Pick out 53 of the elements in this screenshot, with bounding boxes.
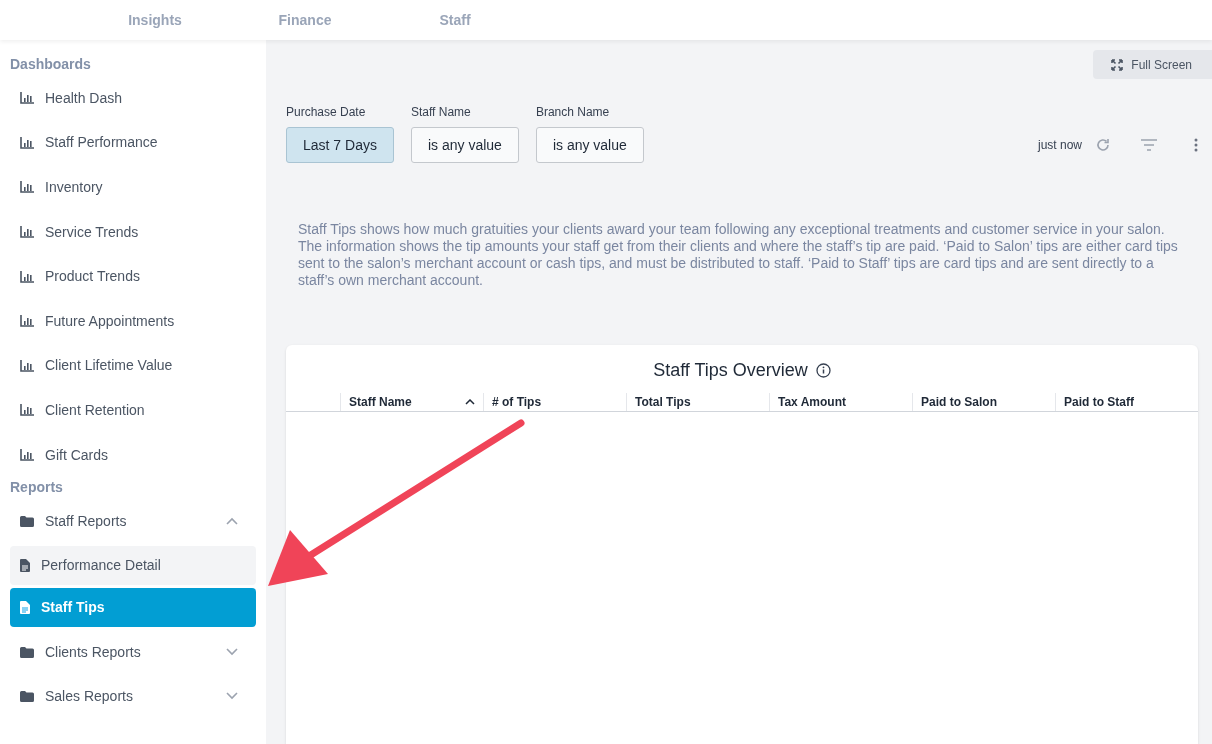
column-header[interactable]: # of Tips <box>483 393 626 411</box>
bar-chart-icon <box>20 270 34 283</box>
bar-chart-icon <box>20 449 34 462</box>
section-heading: Dashboards <box>10 55 92 72</box>
column-header[interactable]: Paid to Staff <box>1055 393 1198 411</box>
document-icon <box>20 559 30 573</box>
report-item[interactable]: Performance Detail <box>10 546 256 586</box>
table-title: Staff Tips Overview <box>653 358 808 382</box>
bar-chart-icon <box>20 181 34 194</box>
full-screen-button[interactable]: Full Screen <box>1093 50 1212 79</box>
info-icon[interactable] <box>815 362 831 378</box>
folder-item[interactable]: Sales Reports <box>10 674 256 719</box>
filter-dropdown[interactable]: is any value <box>410 127 519 163</box>
description-text: Staff Tips shows how much gratuities your clients award your team following any exceptional treatments and customer service in your salon. The information shows the tip amounts your staff get from their clients and where the staff’s tip are paid. ‘Paid to Salon’ tips are either card tips sent to the salon’s merchant account or cash tips, and must be distributed to staff. ‘Paid to Staff’ tips are card tips and are sent directly to a staff’s own merchant account. <box>297 221 1179 289</box>
column-header[interactable]: Paid to Salon <box>912 393 1055 411</box>
filter-dropdown[interactable]: is any value <box>535 127 644 163</box>
filter-dropdown[interactable]: Last 7 Days <box>286 127 394 163</box>
chevron-down-icon <box>226 648 238 657</box>
section-heading: Reports <box>10 478 64 496</box>
folder-icon <box>20 646 34 658</box>
folder-item[interactable]: Staff Reports <box>10 499 256 544</box>
updated-time: just now <box>1037 137 1082 154</box>
filter-label: Branch Name <box>535 104 611 121</box>
sidebar-item[interactable]: Product Trends <box>10 254 256 299</box>
sidebar-item[interactable]: Gift Cards <box>10 432 256 478</box>
filter-label: Purchase Date <box>286 104 367 121</box>
sidebar-item[interactable]: Future Appointments <box>10 298 256 344</box>
folder-icon <box>20 515 34 527</box>
bar-chart-icon <box>20 226 34 239</box>
chevron-down-icon <box>226 692 238 701</box>
expand-icon <box>1111 58 1124 71</box>
refresh-icon[interactable] <box>1096 138 1110 152</box>
bar-chart-icon <box>20 404 34 417</box>
column-header[interactable]: Total Tips <box>626 393 769 411</box>
sidebar-item[interactable]: Client Retention <box>10 388 256 433</box>
more-options-icon[interactable] <box>1194 138 1198 152</box>
bar-chart-icon <box>20 359 34 372</box>
folder-icon <box>20 690 34 702</box>
bar-chart-icon <box>20 136 34 149</box>
filter-label: Staff Name <box>410 104 472 121</box>
folder-item[interactable]: Clients Reports <box>10 630 256 675</box>
chevron-up-icon <box>226 517 238 526</box>
column-header[interactable]: Tax Amount <box>769 393 912 411</box>
bar-chart-icon <box>20 92 34 105</box>
sidebar-item[interactable]: Client Lifetime Value <box>10 343 256 389</box>
sidebar-item[interactable]: Staff Performance <box>10 120 256 166</box>
sidebar-item[interactable]: Inventory <box>10 165 256 210</box>
bar-chart-icon <box>20 315 34 328</box>
column-header[interactable]: Staff Name <box>340 393 483 411</box>
sort-ascending-icon <box>465 399 475 405</box>
sidebar-item[interactable]: Health Dash <box>10 76 256 121</box>
document-icon <box>20 601 30 615</box>
sidebar-item[interactable]: Service Trends <box>10 209 256 255</box>
